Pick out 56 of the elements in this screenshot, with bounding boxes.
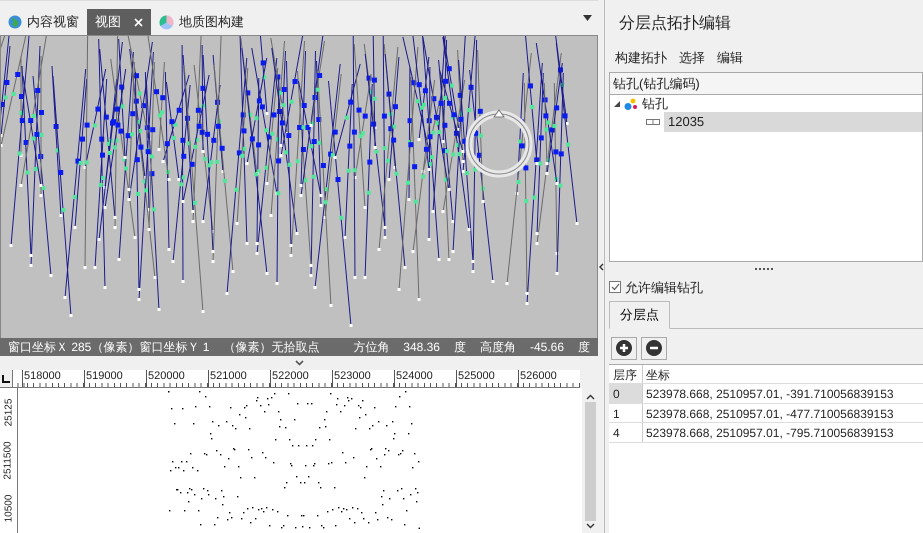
- ruler-label: 520000: [146, 370, 208, 387]
- table-cell[interactable]: 0: [609, 384, 643, 402]
- column-header: 层序: [609, 364, 643, 383]
- ruler-label: 524000: [394, 370, 456, 387]
- tree-item[interactable]: 12035: [664, 112, 922, 132]
- table-cell-text: 523978.668, 2510957.01, -795.710056839153: [645, 425, 895, 442]
- cube-icon: [159, 14, 174, 30]
- azimuth-value: 348.36: [403, 339, 440, 356]
- elevation-unit: 度: [578, 339, 590, 356]
- ruler-label: 518000: [22, 370, 84, 387]
- azimuth-unit: 度: [454, 339, 466, 356]
- scroll-up-icon[interactable]: [586, 394, 594, 400]
- ruler-label: 526000: [518, 370, 580, 387]
- scroll-down-icon[interactable]: [586, 523, 594, 529]
- ruler-corner-icon[interactable]: [1, 374, 11, 384]
- ruler-label: 519000: [84, 370, 146, 387]
- ruler-label: 10500: [2, 494, 15, 523]
- node-group-icon: [624, 98, 638, 110]
- table-cell[interactable]: 4: [609, 423, 643, 442]
- tab[interactable]: 地质图构建: [151, 9, 252, 35]
- dropdown-icon[interactable]: [583, 15, 592, 21]
- status-text: 窗口坐标Ｘ 285（像素）窗口坐标Ｙ 1: [8, 339, 210, 356]
- tab[interactable]: 分层点: [609, 301, 670, 328]
- ruler-label: 521000: [208, 370, 270, 387]
- tab[interactable]: 视图: [87, 9, 151, 35]
- ruler-label: 2511500: [2, 441, 15, 480]
- menu-item[interactable]: 构建拓扑: [613, 48, 669, 68]
- record-icon: [646, 119, 660, 125]
- tree-item[interactable]: 钻孔: [642, 94, 668, 114]
- expand-icon[interactable]: [614, 101, 620, 107]
- table-cell-text: 523978.668, 2510957.01, -391.710056839153: [645, 386, 895, 402]
- panel-title: 分层点拓扑编辑: [618, 14, 732, 34]
- navigation-ring-icon[interactable]: [466, 109, 532, 178]
- collapse-icon[interactable]: [598, 262, 604, 270]
- ruler-label: 523000: [332, 370, 394, 387]
- checkbox[interactable]: [609, 281, 621, 294]
- add-button[interactable]: [611, 336, 637, 360]
- remove-button[interactable]: [641, 336, 667, 360]
- tree-header: 钻孔(钻孔编码): [610, 72, 922, 95]
- tab[interactable]: 内容视窗: [0, 9, 87, 35]
- ruler-label: 25125: [2, 398, 15, 426]
- ruler-label: 522000: [270, 370, 332, 387]
- checkbox-label[interactable]: 允许编辑钻孔: [625, 278, 703, 297]
- ruler-label: 525000: [456, 370, 518, 387]
- menu-item[interactable]: 选择: [677, 48, 707, 68]
- elevation-label: 高度角: [480, 339, 516, 356]
- status-text: （像素）无拾取点: [223, 339, 320, 356]
- close-icon[interactable]: [134, 18, 143, 26]
- azimuth-label: 方位角: [353, 339, 390, 356]
- chevron-down-icon[interactable]: [294, 360, 304, 366]
- elevation-value: -45.66: [530, 339, 564, 356]
- globe-icon: [8, 15, 22, 29]
- menu-item[interactable]: 编辑: [715, 48, 745, 68]
- table-cell-text: 523978.668, 2510957.01, -477.710056839153: [645, 406, 895, 422]
- column-header: 坐标: [645, 366, 671, 383]
- table-cell[interactable]: 1: [609, 404, 643, 422]
